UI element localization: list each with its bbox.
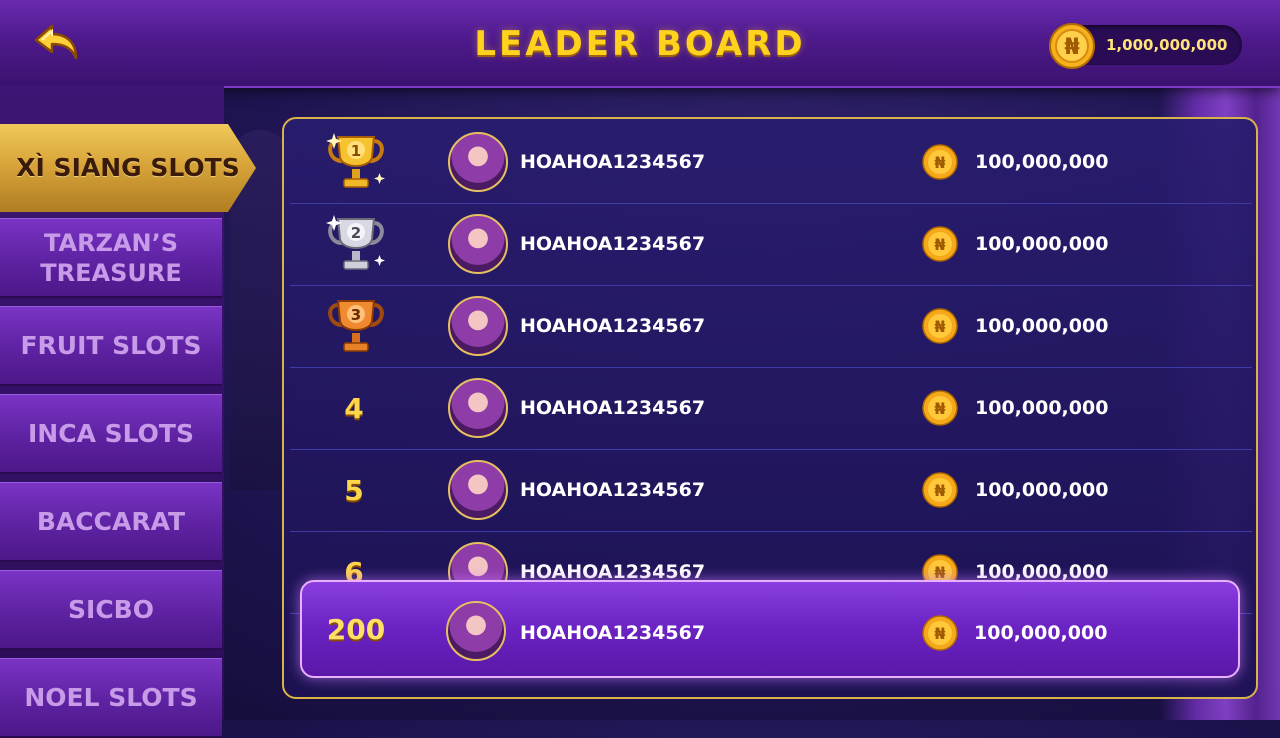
balance-display: ₦ 1,000,000,000: [1049, 23, 1242, 69]
coin-icon: ₦: [922, 308, 958, 344]
leaderboard-row: 5 HOAHOA1234567 ₦ 100,000,000: [290, 449, 1252, 532]
coin-icon: ₦: [922, 615, 958, 651]
sidebar-item-baccarat[interactable]: BACCARAT: [0, 482, 222, 562]
player-amount: 100,000,000: [975, 397, 1109, 419]
leaderboard-row: 3 HOAHOA1234567 ₦ 100,000,000: [290, 285, 1252, 368]
svg-text:₦: ₦: [1064, 35, 1079, 60]
player-name: HOAHOA1234567: [520, 151, 706, 173]
silver-trophy-icon: 2: [326, 215, 385, 270]
sidebar-item-label: FRUIT SLOTS: [20, 330, 202, 360]
sidebar-item-label: BACCARAT: [36, 506, 186, 536]
coin-icon: ₦: [922, 144, 958, 180]
my-player-name: HOAHOA1234567: [520, 622, 706, 644]
svg-text:₦: ₦: [934, 153, 945, 172]
sidebar-item-label: INCA SLOTS: [28, 418, 194, 448]
player-name: HOAHOA1234567: [520, 233, 706, 255]
coin-icon: ₦: [922, 390, 958, 426]
player-name: HOAHOA1234567: [520, 479, 706, 501]
sidebar-item-sicbo[interactable]: SICBO: [0, 570, 222, 650]
player-amount: 100,000,000: [975, 479, 1109, 501]
sidebar-item-label: TARZAN’S TREASURE: [40, 228, 182, 287]
player-amount: 100,000,000: [975, 315, 1109, 337]
svg-text:₦: ₦: [934, 317, 945, 336]
leaderboard-row: 1 HOAHOA1234567 ₦ 100,000,000: [290, 121, 1252, 204]
balance-amount: 1,000,000,000: [1106, 36, 1228, 54]
sidebar-item-label: SICBO: [68, 594, 154, 624]
sidebar-item-label: XÌ SIÀNG SLOTS: [16, 153, 240, 182]
header-bar: LEADER BOARD ₦ 1,000,000,000: [0, 0, 1280, 88]
svg-text:₦: ₦: [934, 235, 945, 254]
avatar: [448, 214, 508, 274]
sidebar-item-fruit-slots[interactable]: FRUIT SLOTS: [0, 306, 222, 386]
svg-text:3: 3: [351, 306, 361, 324]
sidebar-item-noel-slots[interactable]: NOEL SLOTS: [0, 658, 222, 738]
my-rank-number: 200: [326, 612, 386, 646]
avatar: [448, 296, 508, 356]
sidebar-item-inca-slots[interactable]: INCA SLOTS: [0, 394, 222, 474]
player-amount: 100,000,000: [975, 151, 1109, 173]
coin-icon: ₦: [922, 472, 958, 508]
svg-text:1: 1: [351, 142, 361, 160]
rank-number: 5: [344, 473, 364, 507]
sidebar-item-tarzans-treasure[interactable]: TARZAN’S TREASURE: [0, 218, 222, 298]
svg-text:₦: ₦: [934, 624, 945, 643]
coin-icon: ₦: [1049, 23, 1095, 69]
my-player-amount: 100,000,000: [974, 622, 1108, 644]
rank-number: 4: [344, 391, 364, 425]
player-name: HOAHOA1234567: [520, 315, 706, 337]
player-name: HOAHOA1234567: [520, 397, 706, 419]
svg-text:2: 2: [351, 224, 361, 242]
sidebar-item-xi-siang-slots[interactable]: XÌ SIÀNG SLOTS: [0, 124, 256, 212]
leaderboard-row: 4 HOAHOA1234567 ₦ 100,000,000: [290, 367, 1252, 450]
coin-icon: ₦: [922, 226, 958, 262]
sidebar-item-label: NOEL SLOTS: [24, 682, 198, 712]
player-amount: 100,000,000: [975, 233, 1109, 255]
bronze-trophy-icon: 3: [328, 300, 384, 352]
avatar: [448, 132, 508, 192]
avatar: [448, 378, 508, 438]
gold-trophy-icon: 1: [326, 133, 385, 188]
leaderboard-row: 2 HOAHOA1234567 ₦ 100,000,000: [290, 203, 1252, 286]
svg-text:₦: ₦: [934, 481, 945, 500]
svg-text:₦: ₦: [934, 399, 945, 418]
game-category-sidebar: XÌ SIÀNG SLOTS TARZAN’S TREASURE FRUIT S…: [0, 86, 256, 738]
avatar: [448, 460, 508, 520]
my-rank-row: 200 HOAHOA1234567 ₦ 100,000,000: [300, 580, 1240, 678]
my-avatar: [446, 601, 506, 661]
